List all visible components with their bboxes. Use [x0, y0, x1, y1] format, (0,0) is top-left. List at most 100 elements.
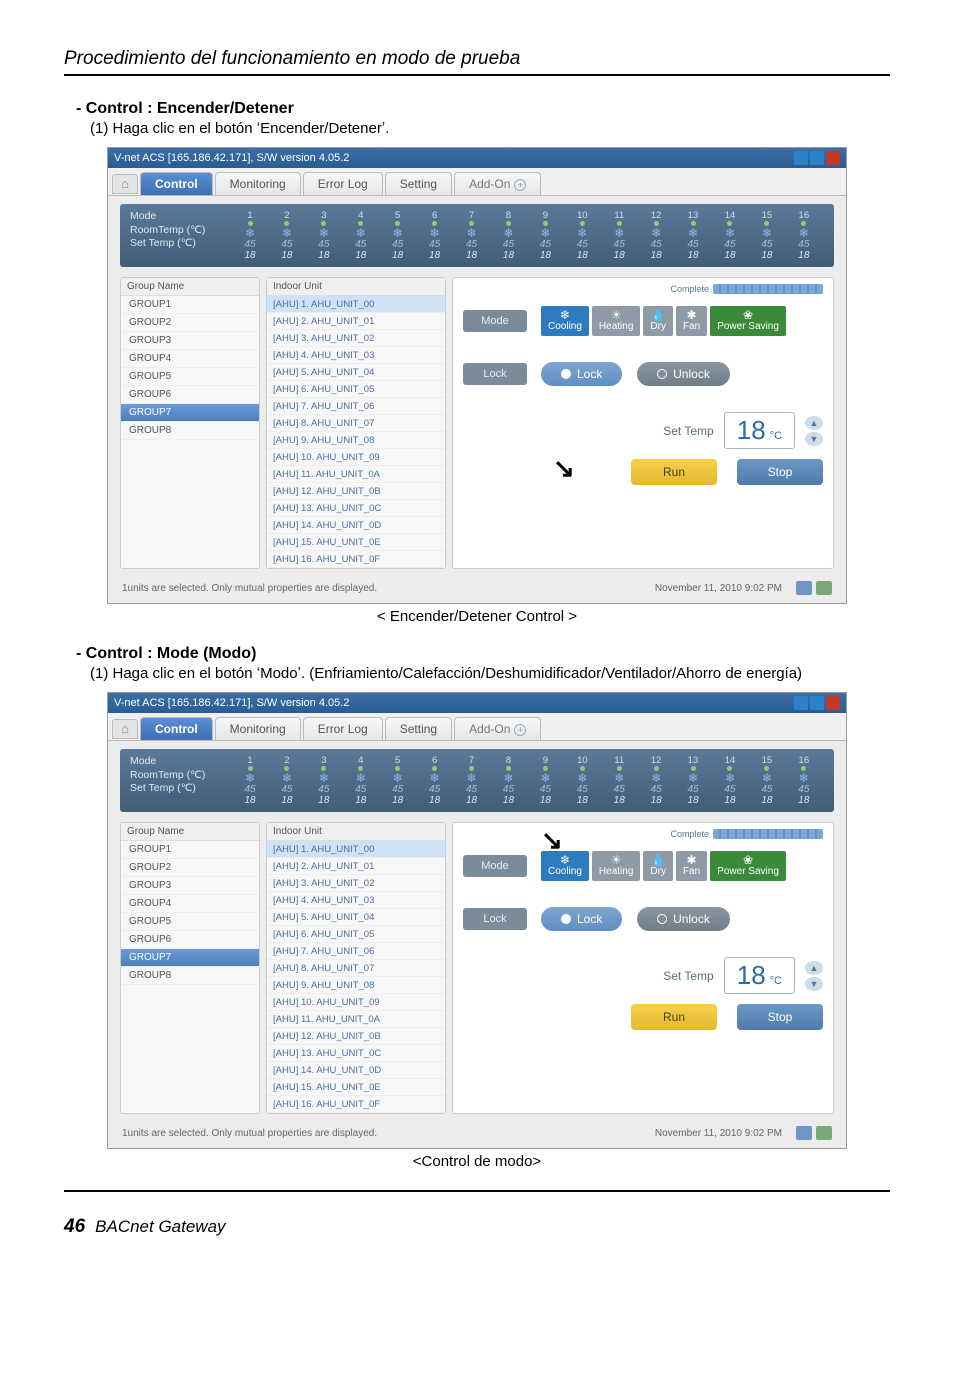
group-item[interactable]: GROUP4 — [121, 895, 259, 913]
run-button[interactable]: Run — [631, 459, 717, 485]
mode-dry-button[interactable]: 💧Dry — [643, 851, 673, 881]
unit-item[interactable]: [AHU] 6. AHU_UNIT_05 — [267, 381, 445, 398]
unit-item-selected[interactable]: [AHU] 1. AHU_UNIT_00 — [267, 841, 445, 858]
group-item[interactable]: GROUP2 — [121, 314, 259, 332]
temp-down-button[interactable]: ▼ — [805, 977, 823, 991]
unit-item[interactable]: [AHU] 13. AHU_UNIT_0C — [267, 500, 445, 517]
unit-item[interactable]: [AHU] 7. AHU_UNIT_06 — [267, 943, 445, 960]
unlock-radio[interactable]: Unlock — [637, 362, 730, 386]
unit-item-selected[interactable]: [AHU] 1. AHU_UNIT_00 — [267, 296, 445, 313]
home-icon[interactable]: ⌂ — [112, 174, 138, 194]
lock-radio[interactable]: Lock — [541, 907, 622, 931]
run-button[interactable]: Run — [631, 1004, 717, 1030]
unit-item[interactable]: [AHU] 14. AHU_UNIT_0D — [267, 1062, 445, 1079]
tab-addon[interactable]: Add-On+ — [454, 717, 541, 740]
footer-icon[interactable] — [796, 581, 812, 595]
unlock-radio[interactable]: Unlock — [637, 907, 730, 931]
window-minimize-icon[interactable] — [794, 151, 808, 165]
group-item[interactable]: GROUP2 — [121, 859, 259, 877]
unit-item[interactable]: [AHU] 8. AHU_UNIT_07 — [267, 415, 445, 432]
unit-item[interactable]: [AHU] 2. AHU_UNIT_01 — [267, 313, 445, 330]
mode-fan-button[interactable]: ✱Fan — [676, 306, 707, 336]
group-item[interactable]: GROUP3 — [121, 332, 259, 350]
tab-errorlog[interactable]: Error Log — [303, 172, 383, 195]
unit-item[interactable]: [AHU] 12. AHU_UNIT_0B — [267, 483, 445, 500]
unit-item[interactable]: [AHU] 6. AHU_UNIT_05 — [267, 926, 445, 943]
unit-item[interactable]: [AHU] 8. AHU_UNIT_07 — [267, 960, 445, 977]
lock-label: Lock — [463, 363, 527, 385]
tab-errorlog[interactable]: Error Log — [303, 717, 383, 740]
tab-setting[interactable]: Setting — [385, 717, 452, 740]
mode-powersaving-button[interactable]: ❀Power Saving — [710, 306, 786, 336]
unit-item[interactable]: [AHU] 11. AHU_UNIT_0A — [267, 1011, 445, 1028]
unit-item[interactable]: [AHU] 2. AHU_UNIT_01 — [267, 858, 445, 875]
group-item[interactable]: GROUP1 — [121, 841, 259, 859]
mode-powersaving-button[interactable]: ❀Power Saving — [710, 851, 786, 881]
group-item[interactable]: GROUP5 — [121, 368, 259, 386]
home-icon[interactable]: ⌂ — [112, 719, 138, 739]
unit-item[interactable]: [AHU] 9. AHU_UNIT_08 — [267, 977, 445, 994]
temp-up-button[interactable]: ▲ — [805, 416, 823, 430]
group-item[interactable]: GROUP5 — [121, 913, 259, 931]
mode-dry-button[interactable]: 💧Dry — [643, 306, 673, 336]
unit-item[interactable]: [AHU] 5. AHU_UNIT_04 — [267, 364, 445, 381]
unit-item[interactable]: [AHU] 5. AHU_UNIT_04 — [267, 909, 445, 926]
tab-control[interactable]: Control — [140, 717, 213, 740]
group-item[interactable]: GROUP6 — [121, 386, 259, 404]
unit-item[interactable]: [AHU] 15. AHU_UNIT_0E — [267, 1079, 445, 1096]
unit-item[interactable]: [AHU] 11. AHU_UNIT_0A — [267, 466, 445, 483]
unit-item[interactable]: [AHU] 15. AHU_UNIT_0E — [267, 534, 445, 551]
group-item[interactable]: GROUP3 — [121, 877, 259, 895]
unit-item[interactable]: [AHU] 7. AHU_UNIT_06 — [267, 398, 445, 415]
group-item[interactable]: GROUP1 — [121, 296, 259, 314]
mode-label: Mode — [463, 310, 527, 332]
unit-item[interactable]: [AHU] 16. AHU_UNIT_0F — [267, 1096, 445, 1113]
unit-item[interactable]: [AHU] 3. AHU_UNIT_02 — [267, 875, 445, 892]
window-maximize-icon[interactable] — [810, 151, 824, 165]
lock-radio[interactable]: Lock — [541, 362, 622, 386]
group-item-selected[interactable]: GROUP7 — [121, 949, 259, 967]
tab-setting[interactable]: Setting — [385, 172, 452, 195]
complete-indicator: Complete — [670, 829, 823, 839]
group-item[interactable]: GROUP8 — [121, 422, 259, 440]
tab-monitoring[interactable]: Monitoring — [215, 717, 301, 740]
stop-button[interactable]: Stop — [737, 459, 823, 485]
window-minimize-icon[interactable] — [794, 696, 808, 710]
tab-monitoring[interactable]: Monitoring — [215, 172, 301, 195]
unit-item[interactable]: [AHU] 16. AHU_UNIT_0F — [267, 551, 445, 568]
strip-settemp-label: Set Temp (℃) — [130, 237, 230, 251]
temp-up-button[interactable]: ▲ — [805, 961, 823, 975]
stop-button[interactable]: Stop — [737, 1004, 823, 1030]
footer-icon[interactable] — [816, 1126, 832, 1140]
unit-item[interactable]: [AHU] 3. AHU_UNIT_02 — [267, 330, 445, 347]
tab-addon[interactable]: Add-On+ — [454, 172, 541, 195]
unit-item[interactable]: [AHU] 12. AHU_UNIT_0B — [267, 1028, 445, 1045]
window-close-icon[interactable] — [826, 151, 840, 165]
footer-datetime: November 11, 2010 9:02 PM — [655, 583, 782, 594]
mode-cooling-button[interactable]: ❄Cooling — [541, 306, 589, 336]
unit-panel: Indoor Unit [AHU] 1. AHU_UNIT_00 [AHU] 2… — [266, 277, 446, 569]
window-maximize-icon[interactable] — [810, 696, 824, 710]
unit-item[interactable]: [AHU] 13. AHU_UNIT_0C — [267, 1045, 445, 1062]
group-item[interactable]: GROUP8 — [121, 967, 259, 985]
window-close-icon[interactable] — [826, 696, 840, 710]
unit-item[interactable]: [AHU] 9. AHU_UNIT_08 — [267, 432, 445, 449]
group-item[interactable]: GROUP6 — [121, 931, 259, 949]
callout-arrow-icon: ↘ — [553, 453, 575, 484]
tab-control[interactable]: Control — [140, 172, 213, 195]
footer-icon[interactable] — [816, 581, 832, 595]
temp-down-button[interactable]: ▼ — [805, 432, 823, 446]
mode-cooling-button[interactable]: ❄Cooling — [541, 851, 589, 881]
unit-item[interactable]: [AHU] 4. AHU_UNIT_03 — [267, 347, 445, 364]
unit-item[interactable]: [AHU] 10. AHU_UNIT_09 — [267, 994, 445, 1011]
unit-item[interactable]: [AHU] 14. AHU_UNIT_0D — [267, 517, 445, 534]
mode-fan-button[interactable]: ✱Fan — [676, 851, 707, 881]
footer-icon[interactable] — [796, 1126, 812, 1140]
group-item-selected[interactable]: GROUP7 — [121, 404, 259, 422]
mode-heating-button[interactable]: ☀Heating — [592, 306, 640, 336]
unit-item[interactable]: [AHU] 10. AHU_UNIT_09 — [267, 449, 445, 466]
unit-item[interactable]: [AHU] 4. AHU_UNIT_03 — [267, 892, 445, 909]
section1-sub: (1) Haga clic en el botón ʻEncender/Dete… — [90, 120, 890, 137]
group-item[interactable]: GROUP4 — [121, 350, 259, 368]
mode-heating-button[interactable]: ☀Heating — [592, 851, 640, 881]
